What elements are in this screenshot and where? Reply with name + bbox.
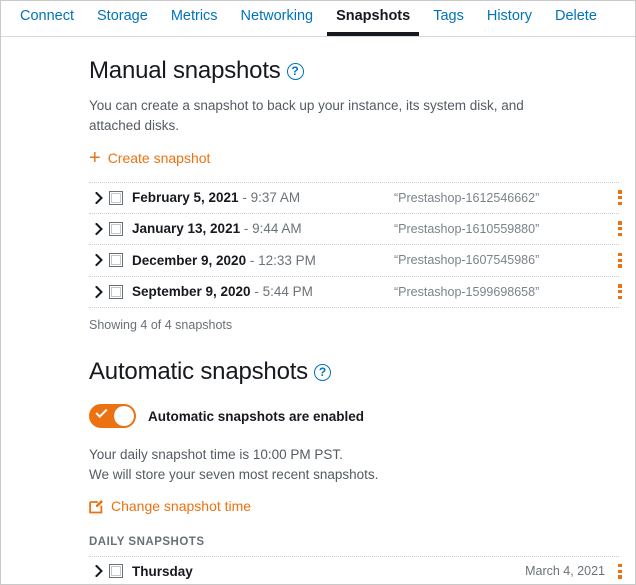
manual-snapshots-description: You can create a snapshot to back up you… (89, 98, 524, 133)
section-title: Automatic snapshots (89, 358, 308, 385)
row-checkbox[interactable] (109, 190, 123, 205)
table-row[interactable]: December 9, 2020 - 12:33 PM “Prestashop-… (89, 245, 622, 277)
row-checkbox[interactable] (109, 221, 123, 236)
create-snapshot-label: Create snapshot (107, 150, 211, 166)
snapshot-date: September 9, 2020 - 5:44 PM (132, 284, 313, 300)
tab-tags[interactable]: Tags (424, 8, 473, 36)
chevron-right-icon[interactable] (89, 222, 109, 235)
chevron-right-icon[interactable] (89, 191, 109, 204)
tab-metrics[interactable]: Metrics (162, 8, 227, 36)
plus-icon: + (89, 147, 101, 169)
snapshot-name: “Prestashop-1612546662” (394, 190, 540, 205)
row-checkbox[interactable] (109, 564, 123, 579)
automatic-snapshots-heading: Automatic snapshots ? (89, 358, 635, 386)
chevron-right-icon[interactable] (89, 565, 109, 578)
toggle-knob (114, 406, 134, 426)
question-mark-circle-icon[interactable]: ? (314, 363, 331, 381)
snapshot-time-info-line-2: We will store your seven most recent sna… (89, 467, 379, 482)
snapshots-page: Connect Storage Metrics Networking Snaps… (0, 0, 636, 585)
snapshot-date: January 13, 2021 - 9:44 AM (132, 221, 302, 237)
automatic-snapshots-toggle-row: Automatic snapshots are enabled (89, 404, 635, 428)
tab-connect[interactable]: Connect (11, 8, 83, 36)
daily-snapshot-day: Thursday (132, 563, 193, 579)
row-actions-menu-icon[interactable] (612, 219, 628, 239)
chevron-right-icon[interactable] (89, 285, 109, 298)
daily-snapshots-list: Thursday March 4, 2021 Wednesday March 3… (89, 555, 622, 584)
page-title: Manual snapshots (89, 57, 281, 84)
table-row[interactable]: January 13, 2021 - 9:44 AM “Prestashop-1… (89, 214, 622, 245)
toggle-status-label: Automatic snapshots are enabled (148, 408, 365, 424)
daily-snapshots-header: DAILY SNAPSHOTS (89, 535, 205, 548)
tab-history[interactable]: History (478, 8, 541, 36)
table-row[interactable]: September 9, 2020 - 5:44 PM “Prestashop-… (89, 277, 622, 308)
snapshot-name: “Prestashop-1599698658” (394, 284, 540, 299)
row-actions-menu-icon[interactable] (612, 188, 628, 208)
snapshot-name: “Prestashop-1610559880” (394, 221, 540, 236)
automatic-snapshots-toggle[interactable] (89, 404, 136, 428)
row-actions-menu-icon[interactable] (612, 561, 628, 581)
chevron-right-icon[interactable] (89, 254, 109, 267)
edit-pencil-square-icon (89, 499, 104, 514)
tab-delete[interactable]: Delete (546, 8, 606, 36)
row-checkbox[interactable] (109, 284, 123, 299)
tab-storage[interactable]: Storage (88, 8, 157, 36)
row-actions-menu-icon[interactable] (612, 250, 628, 270)
list-item[interactable]: Thursday March 4, 2021 (89, 555, 622, 584)
page-content: Manual snapshots ? You can create a snap… (1, 57, 635, 584)
question-mark-circle-icon[interactable]: ? (286, 62, 304, 80)
snapshot-date: February 5, 2021 - 9:37 AM (132, 190, 301, 206)
row-actions-menu-icon[interactable] (612, 282, 628, 302)
check-icon (95, 405, 108, 419)
daily-snapshot-date: March 4, 2021 (525, 564, 605, 579)
row-checkbox[interactable] (109, 253, 123, 268)
tab-networking[interactable]: Networking (232, 8, 323, 36)
instance-tab-bar: Connect Storage Metrics Networking Snaps… (1, 1, 635, 37)
showing-count-label: Showing 4 of 4 snapshots (89, 318, 233, 332)
change-snapshot-time-button[interactable]: Change snapshot time (89, 498, 251, 514)
manual-snapshots-list: February 5, 2021 - 9:37 AM “Prestashop-1… (89, 182, 622, 308)
create-snapshot-button[interactable]: + Create snapshot (89, 147, 211, 169)
snapshot-name: “Prestashop-1607545986” (394, 253, 540, 268)
manual-snapshots-heading: Manual snapshots ? (89, 57, 635, 85)
table-row[interactable]: February 5, 2021 - 9:37 AM “Prestashop-1… (89, 182, 622, 214)
snapshot-time-info-line-1: Your daily snapshot time is 10:00 PM PST… (89, 447, 343, 462)
change-snapshot-time-label: Change snapshot time (111, 498, 252, 514)
snapshot-date: December 9, 2020 - 12:33 PM (132, 252, 316, 268)
tab-snapshots[interactable]: Snapshots (327, 8, 420, 36)
